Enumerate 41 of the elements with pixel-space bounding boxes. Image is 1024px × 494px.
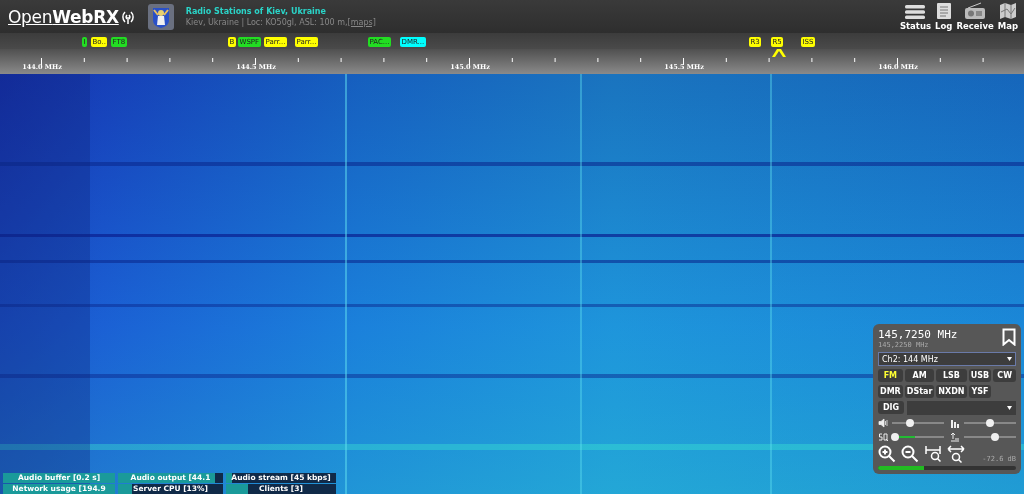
logo: OpenWebRX [8, 6, 119, 27]
squelch-icon [878, 432, 888, 442]
status-button[interactable]: Status [897, 4, 934, 31]
frequency-display[interactable]: 145,7250 MHz [878, 328, 958, 341]
caret-icon [1007, 357, 1012, 361]
zoom-fit-icon[interactable] [947, 445, 965, 463]
slider-thumb[interactable] [906, 419, 915, 427]
document-icon [935, 2, 952, 20]
slider-thumb[interactable] [991, 433, 1000, 441]
map-button[interactable]: Map [995, 2, 1020, 31]
tuning-marker-icon[interactable] [771, 49, 787, 57]
mode-button[interactable]: CW [993, 369, 1016, 382]
mode-button[interactable]: USB [968, 369, 992, 382]
profile-dropdown[interactable]: Ch2: 144 MHz [878, 352, 1016, 366]
radio-waves-icon [119, 8, 136, 25]
dig-button[interactable]: DIG [878, 401, 904, 414]
caret-icon [1007, 406, 1012, 410]
zoom-band-icon[interactable] [924, 445, 942, 463]
receiver-button[interactable]: Receive [954, 2, 996, 31]
mode-button[interactable]: AM [904, 369, 935, 382]
mode-button[interactable]: NXDN [936, 385, 967, 398]
receiver-title: Radio Stations of Kiev, Ukraine [185, 6, 327, 16]
mode-button[interactable]: DMR [878, 385, 903, 398]
mode-button[interactable]: DStar [904, 385, 935, 398]
zoom-in-icon[interactable] [878, 445, 896, 463]
mode-button[interactable]: LSB [936, 369, 967, 382]
slider-thumb[interactable] [890, 433, 899, 441]
gain-icon [950, 432, 960, 442]
mode-button[interactable]: YSF [968, 385, 992, 398]
radio-icon [964, 2, 987, 20]
status-icon [904, 4, 927, 20]
speaker-icon [878, 418, 888, 428]
mode-button[interactable]: FM [878, 369, 903, 382]
maps-link[interactable]: [maps] [347, 17, 376, 27]
log-button[interactable]: Log [933, 2, 955, 31]
bookmark-icon[interactable] [1002, 328, 1016, 346]
slider-thumb[interactable] [986, 419, 994, 427]
map-icon [998, 2, 1017, 20]
level-bars-icon [950, 418, 960, 428]
zoom-out-icon[interactable] [901, 445, 919, 463]
receiver-location: Kiev, Ukraine | Loc: KO50gl, ASL: 100 m, [185, 17, 348, 27]
